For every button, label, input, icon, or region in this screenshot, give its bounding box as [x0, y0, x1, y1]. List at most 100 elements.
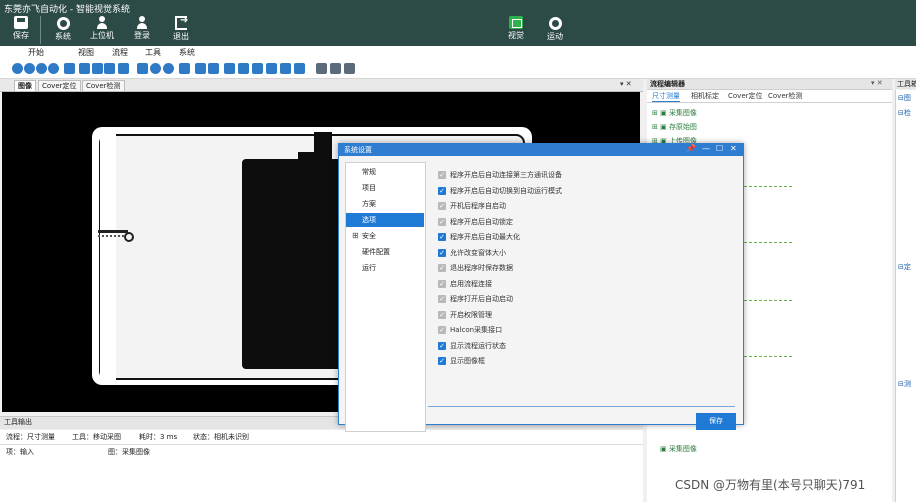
toolbar-button-icon[interactable]: [163, 63, 174, 74]
menu-tools[interactable]: 工具: [145, 47, 161, 58]
settings-option[interactable]: ✓ 开启权限管理: [438, 309, 492, 321]
toolbox-group[interactable]: ⊟测: [898, 379, 911, 389]
flow-tab-cover-locate[interactable]: Cover定位: [728, 91, 763, 101]
settings-nav-item[interactable]: ⊞ 安全: [346, 229, 424, 243]
flow-tab-measure[interactable]: 尺寸测量: [652, 91, 680, 102]
settings-nav-item[interactable]: 硬件配置: [346, 245, 424, 259]
minimize-button[interactable]: —: [702, 144, 710, 153]
toolbar-button-icon[interactable]: [179, 63, 190, 74]
settings-nav-label: 方案: [362, 200, 376, 208]
toolbar-button-icon[interactable]: [266, 63, 277, 74]
pin-icon[interactable]: 📌: [686, 144, 696, 153]
dialog-title-bar[interactable]: [338, 143, 744, 156]
system-ribbon-button[interactable]: 系统: [48, 16, 78, 46]
flow-node[interactable]: ▣ 采集图像: [660, 444, 697, 454]
settings-nav-item[interactable]: 常规: [346, 165, 424, 179]
toolbar-button-icon[interactable]: [238, 63, 249, 74]
checkbox[interactable]: ✓: [438, 233, 446, 241]
tab-cover-detect[interactable]: Cover检测: [82, 80, 125, 91]
settings-nav-item[interactable]: 项目: [346, 181, 424, 195]
toolbar-button-icon[interactable]: [224, 63, 235, 74]
checkbox[interactable]: ✓: [438, 264, 446, 272]
settings-option[interactable]: ✓ 退出程序时保存数据: [438, 262, 513, 274]
toolbox-group[interactable]: ⊟检: [898, 108, 911, 118]
settings-option[interactable]: ✓ 程序开启后自动最大化: [438, 231, 520, 243]
login-ribbon-button[interactable]: 登录: [127, 16, 157, 46]
toolbar-button-icon[interactable]: [92, 63, 103, 74]
flow-connector: [744, 300, 792, 301]
settings-nav-item[interactable]: 运行: [346, 261, 424, 275]
maximize-button[interactable]: ☐: [716, 144, 723, 153]
host-ribbon-button[interactable]: 上位机: [87, 16, 117, 46]
settings-option[interactable]: ✓ 开机后程序自启动: [438, 200, 506, 212]
toolbar-button-icon[interactable]: [150, 63, 161, 74]
flow-node[interactable]: ⊞ ▣ 采集图像: [652, 108, 697, 118]
expand-icon[interactable]: ⊞: [352, 229, 359, 243]
save-button[interactable]: 保存: [696, 413, 736, 430]
flow-editor-controls[interactable]: ▾ ✕: [871, 79, 883, 87]
checkbox[interactable]: ✓: [438, 186, 446, 195]
settings-option-label: 开机后程序自启动: [450, 202, 506, 210]
tab-image[interactable]: 图像: [14, 80, 36, 91]
toolbar-button-icon[interactable]: [24, 63, 35, 74]
checkbox[interactable]: ✓: [438, 326, 446, 334]
settings-option[interactable]: ✓ Halcon采集接口: [438, 324, 502, 336]
image-pane-controls[interactable]: ▾ ✕: [620, 80, 632, 88]
settings-option-label: 程序开启后自动连接第三方通讯设备: [450, 171, 562, 179]
toolbar-button-icon[interactable]: [294, 63, 305, 74]
toolbar-button-icon[interactable]: [104, 63, 115, 74]
motion-ribbon-button[interactable]: 运动: [540, 16, 570, 46]
checkbox[interactable]: ✓: [438, 217, 446, 226]
toolbar-button-icon[interactable]: [36, 63, 47, 74]
checkbox[interactable]: ✓: [438, 171, 446, 179]
checkbox[interactable]: ✓: [438, 295, 446, 303]
tab-cover-locate[interactable]: Cover定位: [38, 80, 81, 91]
menu-view[interactable]: 视图: [78, 47, 94, 58]
settings-option[interactable]: ✓ 程序开启后自动连接第三方通讯设备: [438, 169, 562, 181]
toolbar-button-icon[interactable]: [208, 63, 219, 74]
flow-tab-cover-detect[interactable]: Cover检测: [768, 91, 803, 101]
settings-option-label: 开启权限管理: [450, 310, 492, 319]
flow-connector: [744, 186, 792, 187]
toolbar-button-icon[interactable]: [79, 63, 90, 74]
checkbox[interactable]: ✓: [438, 248, 446, 257]
settings-option[interactable]: ✓ 显示图像框: [438, 355, 485, 367]
vision-ribbon-button[interactable]: 视觉: [501, 16, 531, 46]
toolbar-button-icon[interactable]: [48, 63, 59, 74]
menu-system[interactable]: 系统: [179, 47, 195, 58]
settings-option[interactable]: ✓ 显示流程运行状态: [438, 340, 506, 352]
toolbox-group[interactable]: ⊟定: [898, 262, 911, 272]
settings-option[interactable]: ✓ 启用流程连接: [438, 278, 492, 290]
flow-tab-calibration[interactable]: 相机标定: [691, 91, 719, 101]
checkbox[interactable]: ✓: [438, 310, 446, 319]
toolbar-button-icon[interactable]: [137, 63, 148, 74]
toolbar-button-icon[interactable]: [118, 63, 129, 74]
toolbar-button-icon[interactable]: [316, 63, 327, 74]
toolbar-button-icon[interactable]: [330, 63, 341, 74]
settings-option-label: 程序开启后自动切换到自动运行模式: [450, 186, 562, 195]
checkbox[interactable]: ✓: [438, 341, 446, 350]
close-button[interactable]: ✕: [730, 144, 737, 153]
settings-option[interactable]: ✓ 允许改变窗体大小: [438, 247, 506, 259]
settings-option[interactable]: ✓ 程序开启后自动锁定: [438, 216, 513, 228]
toolbar-button-icon[interactable]: [280, 63, 291, 74]
toolbar-button-icon[interactable]: [195, 63, 206, 74]
toolbox-title: 工具箱: [897, 80, 916, 88]
checkbox[interactable]: ✓: [438, 279, 446, 288]
settings-option[interactable]: ✓ 程序开启后自动切换到自动运行模式: [438, 185, 562, 197]
menu-flow[interactable]: 流程: [112, 47, 128, 58]
toolbar-button-icon[interactable]: [64, 63, 75, 74]
toolbar-button-icon[interactable]: [252, 63, 263, 74]
flow-node[interactable]: ⊞ ▣ 存原始图: [652, 122, 697, 132]
settings-nav-item[interactable]: 方案: [346, 197, 424, 211]
toolbar-button-icon[interactable]: [344, 63, 355, 74]
checkbox[interactable]: ✓: [438, 357, 446, 365]
toolbox-group[interactable]: ⊟图: [898, 93, 911, 103]
settings-option[interactable]: ✓ 程序打开后自动启动: [438, 293, 513, 305]
toolbar-button-icon[interactable]: [12, 63, 23, 74]
menu-start[interactable]: 开始: [28, 47, 44, 58]
settings-nav-item[interactable]: 选项: [346, 213, 424, 227]
save-ribbon-button[interactable]: 保存: [6, 16, 36, 46]
exit-ribbon-button[interactable]: 退出: [166, 15, 196, 46]
checkbox[interactable]: ✓: [438, 202, 446, 210]
